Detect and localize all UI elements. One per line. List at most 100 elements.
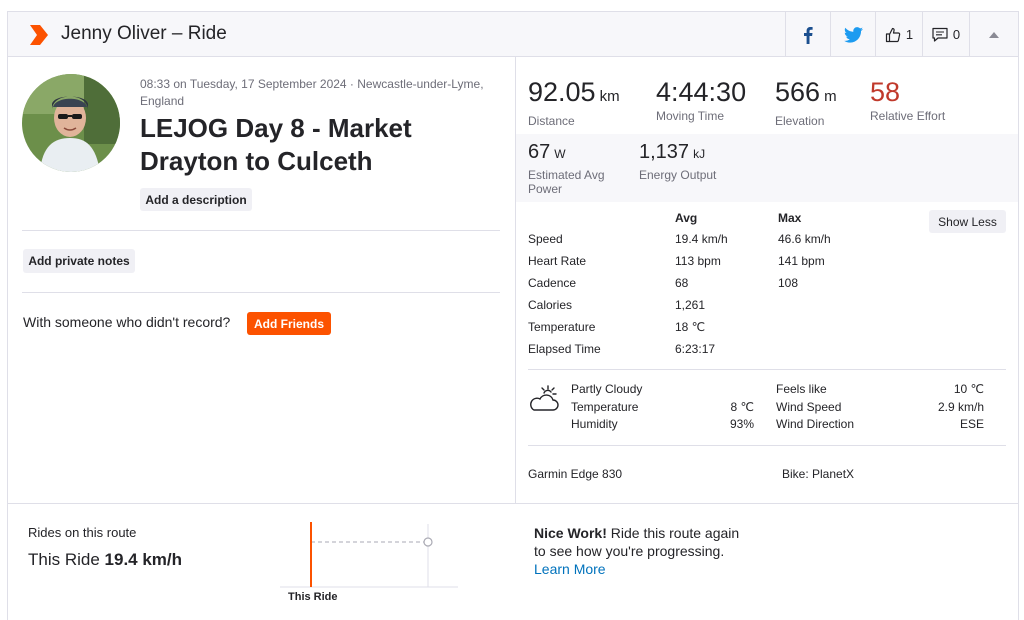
table-cell-avg: 18 ℃ <box>675 320 706 334</box>
rides-on-route-label: Rides on this route <box>28 525 137 540</box>
twitter-icon <box>843 26 863 43</box>
table-cell-avg: 1,261 <box>675 298 706 312</box>
weather-wind-speed-label: Wind Speed <box>776 400 842 414</box>
weather-feels-like-value: 10 ℃ <box>953 382 984 396</box>
table-header-avg: Avg <box>675 211 698 225</box>
row-label: Speed <box>528 232 563 246</box>
table-cell-max: 46.6 km/h <box>778 232 831 246</box>
table-cell-max: 141 bpm <box>778 254 825 268</box>
this-ride-speed: This Ride 19.4 km/h <box>28 550 182 570</box>
table-row: Speed <box>528 232 563 246</box>
this-ride-prefix: This Ride <box>28 550 100 569</box>
row-label: Heart Rate <box>528 254 587 268</box>
moving-time-value: 4:44:30 <box>656 77 747 107</box>
athlete-photo <box>22 74 120 172</box>
twitter-share-button[interactable] <box>830 12 875 57</box>
power-unit: W <box>554 147 566 161</box>
distance-unit: km <box>599 88 620 105</box>
weather-feels-like-label: Feels like <box>776 382 827 396</box>
kudos-button[interactable]: 1 <box>875 12 922 57</box>
nice-work-heading: Nice Work! <box>534 525 607 541</box>
bike-name[interactable]: Bike: PlanetX <box>782 467 854 481</box>
elevation-unit: m <box>824 88 837 105</box>
activity-meta-region: England <box>140 94 185 108</box>
table-cell-max: 108 <box>778 276 799 290</box>
comment-icon <box>932 27 948 42</box>
chart-this-ride-bar <box>310 522 312 587</box>
route-progress-chart <box>280 522 458 588</box>
caret-up-icon <box>989 31 999 38</box>
weather-wind-speed-value: 2.9 km/h <box>937 400 984 414</box>
activity-meta: 08:33 on Tuesday, 17 September 2024 · Ne… <box>140 76 500 110</box>
elevation-value: 566 <box>775 77 821 107</box>
stat-elevation: 566 m Elevation <box>775 77 837 128</box>
partly-cloudy-icon <box>530 385 559 411</box>
energy-value: 1,137 <box>639 141 690 163</box>
activity-header: Jenny Oliver – Ride 1 0 <box>8 12 1018 57</box>
stat-distance: 92.05 km Distance <box>528 77 620 128</box>
distance-label: Distance <box>528 114 575 128</box>
collapse-button[interactable] <box>969 12 1018 57</box>
power-label-line1: Estimated Avg <box>528 168 605 182</box>
table-header-max: Max <box>778 211 802 225</box>
relative-effort-label: Relative Effort <box>870 109 946 123</box>
row-label: Elapsed Time <box>528 342 601 356</box>
kudos-count: 1 <box>905 27 914 42</box>
this-ride-value: 19.4 km/h <box>104 550 183 569</box>
elevation-label: Elevation <box>775 114 825 128</box>
table-row: Heart Rate <box>528 254 586 268</box>
stat-relative-effort[interactable]: 58 Relative Effort <box>870 77 945 123</box>
table-row: Elapsed Time <box>528 342 601 356</box>
comment-count: 0 <box>952 27 961 42</box>
chart-point <box>423 537 433 547</box>
add-description-button[interactable]: Add a description <box>140 188 252 211</box>
row-label: Cadence <box>528 276 577 290</box>
athlete-avatar[interactable] <box>22 74 120 172</box>
with-someone-text: With someone who didn't record? <box>23 314 231 330</box>
weather-condition: Partly Cloudy <box>571 382 643 396</box>
relative-effort-value: 58 <box>870 77 901 107</box>
facebook-icon <box>804 26 813 44</box>
add-private-notes-button[interactable]: Add private notes <box>23 249 135 273</box>
power-value: 67 <box>528 141 551 163</box>
stat-energy: 1,137 kJ Energy Output <box>639 140 716 182</box>
stat-moving-time: 4:44:30 Moving Time <box>656 77 746 123</box>
facebook-share-button[interactable] <box>785 12 830 57</box>
column-divider <box>515 57 516 503</box>
divider <box>22 230 500 231</box>
row-label: Calories <box>528 298 573 312</box>
power-label-line2: Power <box>528 182 563 196</box>
distance-value: 92.05 <box>528 77 596 107</box>
energy-unit: kJ <box>693 147 706 161</box>
stat-power: 67 W Estimated Avg Power <box>528 140 605 196</box>
divider <box>528 445 1006 446</box>
table-cell-avg: 113 bpm <box>675 254 721 268</box>
weather-humidity-label: Humidity <box>571 417 618 431</box>
learn-more-link[interactable]: Learn More <box>534 561 606 577</box>
table-row: Cadence <box>528 276 576 290</box>
activity-title: LEJOG Day 8 - Market Drayton to Culceth <box>140 113 412 176</box>
show-less-button[interactable]: Show Less <box>929 210 1006 233</box>
weather-humidity-value: 93% <box>729 417 754 431</box>
device-name: Garmin Edge 830 <box>528 467 623 481</box>
add-friends-button[interactable]: Add Friends <box>247 312 331 335</box>
divider <box>528 369 1006 370</box>
comment-button[interactable]: 0 <box>922 12 969 57</box>
table-row: Calories <box>528 298 572 312</box>
thumbs-up-icon <box>885 27 901 42</box>
activity-header-title: Jenny Oliver – Ride <box>61 23 227 44</box>
row-label: Temperature <box>528 320 596 334</box>
chart-this-ride-label: This Ride <box>288 591 338 603</box>
energy-label: Energy Output <box>639 168 717 182</box>
divider <box>8 503 1018 504</box>
weather-wind-direction-label: Wind Direction <box>776 417 855 431</box>
table-row: Temperature <box>528 320 595 334</box>
nice-work-message: Nice Work! Ride this route again to see … <box>534 524 754 578</box>
activity-meta-date-location: 08:33 on Tuesday, 17 September 2024 · Ne… <box>140 77 484 91</box>
weather-temperature-label: Temperature <box>571 400 639 414</box>
table-cell-avg: 6:23:17 <box>675 342 716 356</box>
strava-chevron-icon <box>30 25 48 45</box>
weather-temperature-value: 8 ℃ <box>730 400 754 414</box>
weather-wind-direction-value: ESE <box>959 417 984 431</box>
table-cell-avg: 68 <box>675 276 689 290</box>
